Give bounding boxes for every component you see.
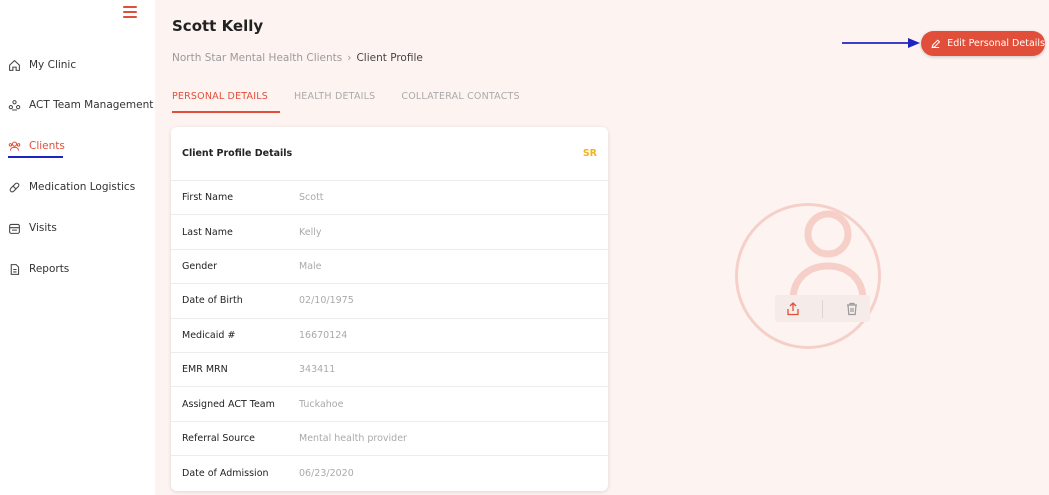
upload-icon[interactable] <box>785 301 801 317</box>
row-label: First Name <box>182 192 234 204</box>
sidebar-item-label: Clients <box>29 140 65 152</box>
page-title: Scott Kelly <box>172 17 264 35</box>
row-label: Assigned ACT Team <box>182 398 275 410</box>
tab-collateral-contacts[interactable]: COLLATERAL CONTACTS <box>401 91 519 102</box>
row-label: Last Name <box>182 226 233 238</box>
detail-row-emr-mrn: EMR MRN 343411 <box>171 353 608 388</box>
row-value: 02/10/1975 <box>299 295 354 307</box>
detail-row-referral-source: Referral Source Mental health provider <box>171 422 608 457</box>
tab-personal-details[interactable]: PERSONAL DETAILS <box>172 91 268 102</box>
trash-icon[interactable] <box>844 301 860 317</box>
row-value: Tuckahoe <box>299 398 344 410</box>
row-label: Date of Admission <box>182 467 269 479</box>
row-value: Male <box>299 260 322 272</box>
home-icon <box>9 59 20 71</box>
sidebar-item-label: ACT Team Management <box>29 99 154 111</box>
sidebar-item-reports[interactable]: Reports <box>8 259 69 279</box>
sidebar-item-label: Reports <box>29 263 70 275</box>
pencil-icon <box>931 38 941 48</box>
tab-health-details[interactable]: HEALTH DETAILS <box>294 91 375 102</box>
row-label: Medicaid # <box>182 329 236 341</box>
breadcrumb-parent-link[interactable]: North Star Mental Health Clients <box>172 52 342 64</box>
row-value: Scott <box>299 192 324 204</box>
sidebar-item-label: Visits <box>29 222 57 234</box>
detail-row-date-of-admission: Date of Admission 06/23/2020 <box>171 456 608 490</box>
sidebar-item-act-team-management[interactable]: ACT Team Management <box>8 95 153 115</box>
detail-row-first-name: First Name Scott <box>171 181 608 216</box>
sidebar-item-label: Medication Logistics <box>29 181 136 193</box>
detail-row-date-of-birth: Date of Birth 02/10/1975 <box>171 284 608 319</box>
reports-icon <box>10 263 20 275</box>
sidebar-item-my-clinic[interactable]: My Clinic <box>8 55 76 75</box>
action-divider <box>821 299 823 318</box>
tab-bar: PERSONAL DETAILS HEALTH DETAILS COLLATER… <box>172 91 546 102</box>
main-content: Scott Kelly North Star Mental Health Cli… <box>155 0 1049 495</box>
card-title: Client Profile Details <box>182 148 293 159</box>
breadcrumb: North Star Mental Health Clients › Clien… <box>172 52 423 64</box>
row-label: Date of Birth <box>182 295 243 307</box>
row-label: EMR MRN <box>182 364 228 376</box>
detail-row-gender: Gender Male <box>171 250 608 285</box>
sidebar-item-clients[interactable]: Clients <box>8 136 65 156</box>
client-profile-card: Client Profile Details SR First Name Sco… <box>171 127 608 491</box>
sidebar: My Clinic ACT Team Management Clients Me… <box>0 0 155 495</box>
avatar-action-bar <box>775 295 870 322</box>
user-placeholder-icon <box>789 210 867 301</box>
breadcrumb-separator: › <box>347 52 352 64</box>
row-value: 06/23/2020 <box>299 467 354 479</box>
detail-row-medicaid: Medicaid # 16670124 <box>171 319 608 353</box>
visits-icon <box>9 223 20 234</box>
detail-row-last-name: Last Name Kelly <box>171 215 608 250</box>
active-tab-underline <box>172 111 280 113</box>
active-item-underline <box>8 156 63 158</box>
hamburger-menu-icon[interactable] <box>123 6 137 18</box>
row-label: Referral Source <box>182 432 255 444</box>
edit-personal-details-button[interactable]: Edit Personal Details <box>921 31 1045 56</box>
sidebar-item-medication-logistics[interactable]: Medication Logistics <box>8 177 135 197</box>
row-value: 343411 <box>299 364 336 376</box>
clients-icon <box>8 141 21 151</box>
pill-icon <box>9 182 20 192</box>
sidebar-item-visits[interactable]: Visits <box>8 218 57 238</box>
edit-button-label: Edit Personal Details <box>947 38 1045 49</box>
initials-badge: SR <box>582 148 597 159</box>
team-icon <box>8 99 21 110</box>
row-label: Gender <box>182 260 218 272</box>
card-header: Client Profile Details SR <box>171 127 608 181</box>
annotation-arrow-icon <box>842 38 920 48</box>
row-value: 16670124 <box>299 329 348 341</box>
detail-row-assigned-act-team: Assigned ACT Team Tuckahoe <box>171 387 608 422</box>
row-value: Mental health provider <box>299 432 407 444</box>
breadcrumb-current: Client Profile <box>356 52 423 64</box>
row-value: Kelly <box>299 226 322 238</box>
sidebar-item-label: My Clinic <box>29 59 77 71</box>
